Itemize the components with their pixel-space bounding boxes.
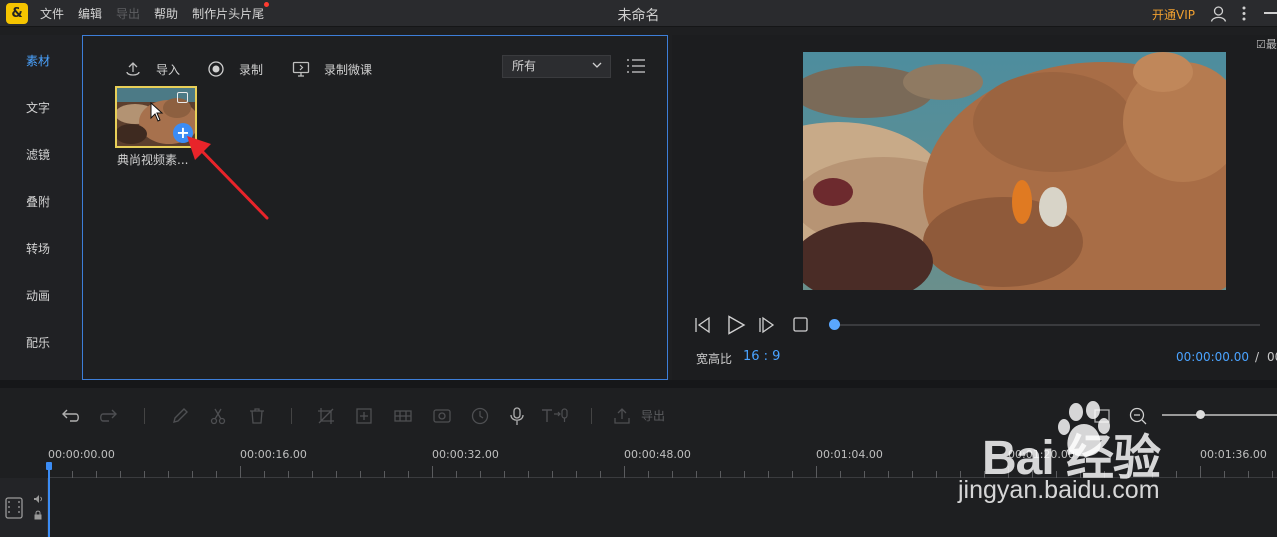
play-icon[interactable]	[726, 315, 746, 335]
text-to-speech-icon	[542, 408, 568, 422]
aspect-ratio-selector[interactable]: 16 : 9	[743, 349, 780, 364]
microphone-icon[interactable]	[507, 406, 527, 426]
screen-record-icon	[292, 61, 310, 77]
playback-progress-track[interactable]	[834, 324, 1260, 326]
toolbar-separator	[591, 408, 592, 424]
delete-icon	[250, 408, 264, 424]
aspect-ratio-label: 宽高比	[696, 352, 733, 366]
video-frame-image	[803, 52, 1226, 290]
volume-icon[interactable]	[33, 494, 43, 504]
user-icon[interactable]	[1210, 5, 1227, 22]
app-logo: &	[6, 3, 28, 24]
menu-help[interactable]: 帮助	[154, 5, 178, 22]
import-button[interactable]: 导入	[124, 60, 180, 78]
panel-divider[interactable]	[0, 380, 1277, 388]
menu-bar: 文件 编辑 导出 帮助 制作片头片尾	[40, 0, 278, 27]
ruler-tick-label: 00:00:48.00	[624, 448, 691, 461]
record-button[interactable]: 录制	[207, 60, 263, 78]
media-filter-select[interactable]: 所有	[502, 55, 611, 78]
current-timecode: 00:00:00.00	[1176, 350, 1249, 364]
title-bar: & 文件 编辑 导出 帮助 制作片头片尾 未命名 开通VIP	[0, 0, 1277, 27]
vip-button[interactable]: 开通VIP	[1152, 6, 1195, 23]
ruler-tick-label: 00:01:04.00	[816, 448, 883, 461]
record-lesson-button[interactable]: 录制微课	[292, 60, 372, 78]
mouse-cursor-icon	[150, 102, 164, 122]
menu-intro-outro-label: 制作片头片尾	[192, 7, 265, 21]
duration-icon	[471, 407, 489, 425]
prev-frame-icon[interactable]	[694, 316, 712, 334]
scissors-icon	[210, 408, 226, 425]
more-menu-icon[interactable]	[1238, 5, 1250, 22]
toolbar-separator	[291, 408, 292, 424]
playback-progress-handle[interactable]	[829, 319, 840, 330]
record-label: 录制	[239, 62, 264, 77]
lock-icon[interactable]	[33, 510, 43, 520]
minimize-icon[interactable]	[1264, 12, 1277, 14]
fit-icon	[356, 408, 372, 424]
red-arrow-annotation	[187, 136, 269, 220]
menu-file[interactable]: 文件	[40, 5, 64, 22]
sidebar-item-animations[interactable]: 动画	[0, 270, 82, 317]
export-button: 导出	[641, 409, 666, 423]
media-item-label: 典尚视频素...	[117, 153, 189, 167]
zoom-slider-handle[interactable]	[1196, 410, 1205, 419]
import-label: 导入	[156, 62, 181, 77]
sidebar-item-overlays[interactable]: 叠附	[0, 176, 82, 223]
timecode-separator: /	[1255, 350, 1260, 364]
sidebar-item-music[interactable]: 配乐	[0, 317, 82, 364]
select-checkbox[interactable]	[177, 92, 188, 103]
undo-icon[interactable]	[60, 406, 80, 426]
mosaic-icon	[394, 410, 412, 422]
redo-icon	[100, 409, 117, 422]
menu-edit[interactable]: 编辑	[78, 5, 102, 22]
menu-export: 导出	[116, 7, 141, 21]
edit-icon	[173, 408, 188, 423]
ruler-tick-label: 00:00:16.00	[240, 448, 307, 461]
sidebar-item-media[interactable]: 素材	[0, 35, 82, 82]
video-track-icon	[5, 497, 23, 519]
media-panel: 导入 录制 录制微课 所有 + 典尚视频素...	[82, 35, 668, 380]
preview-option-label[interactable]: ☑最	[1256, 36, 1277, 52]
menu-intro-outro[interactable]: 制作片头片尾	[192, 2, 270, 22]
video-preview	[803, 52, 1226, 290]
new-badge-dot	[264, 2, 270, 7]
ruler-tick-label: 00:00:32.00	[432, 448, 499, 461]
freeze-frame-icon	[433, 409, 451, 423]
zoom-slider-track[interactable]	[1162, 414, 1277, 416]
watermark-url: jingyan.baidu.com	[958, 476, 1160, 504]
media-filter-value: 所有	[512, 59, 537, 73]
record-lesson-label: 录制微课	[324, 62, 373, 77]
ruler-tick-label: 00:00:00.00	[48, 448, 115, 461]
playhead[interactable]	[48, 462, 50, 537]
chevron-down-icon	[592, 62, 602, 68]
sidebar-item-filters[interactable]: 滤镜	[0, 129, 82, 176]
toolbar-separator	[144, 408, 145, 424]
export-icon	[614, 408, 630, 424]
import-icon	[126, 62, 140, 76]
sidebar-item-transitions[interactable]: 转场	[0, 223, 82, 270]
ruler-tick-label: 00:01:36.00	[1200, 448, 1267, 461]
sidebar: 素材 文字 滤镜 叠附 转场 动画 配乐	[0, 35, 82, 380]
sidebar-item-text[interactable]: 文字	[0, 82, 82, 129]
next-frame-icon[interactable]	[758, 316, 776, 334]
record-icon	[208, 61, 224, 77]
crop-icon	[318, 408, 334, 424]
list-view-icon[interactable]	[626, 58, 646, 74]
total-timecode: 00	[1267, 350, 1277, 364]
stop-icon[interactable]	[792, 316, 810, 334]
